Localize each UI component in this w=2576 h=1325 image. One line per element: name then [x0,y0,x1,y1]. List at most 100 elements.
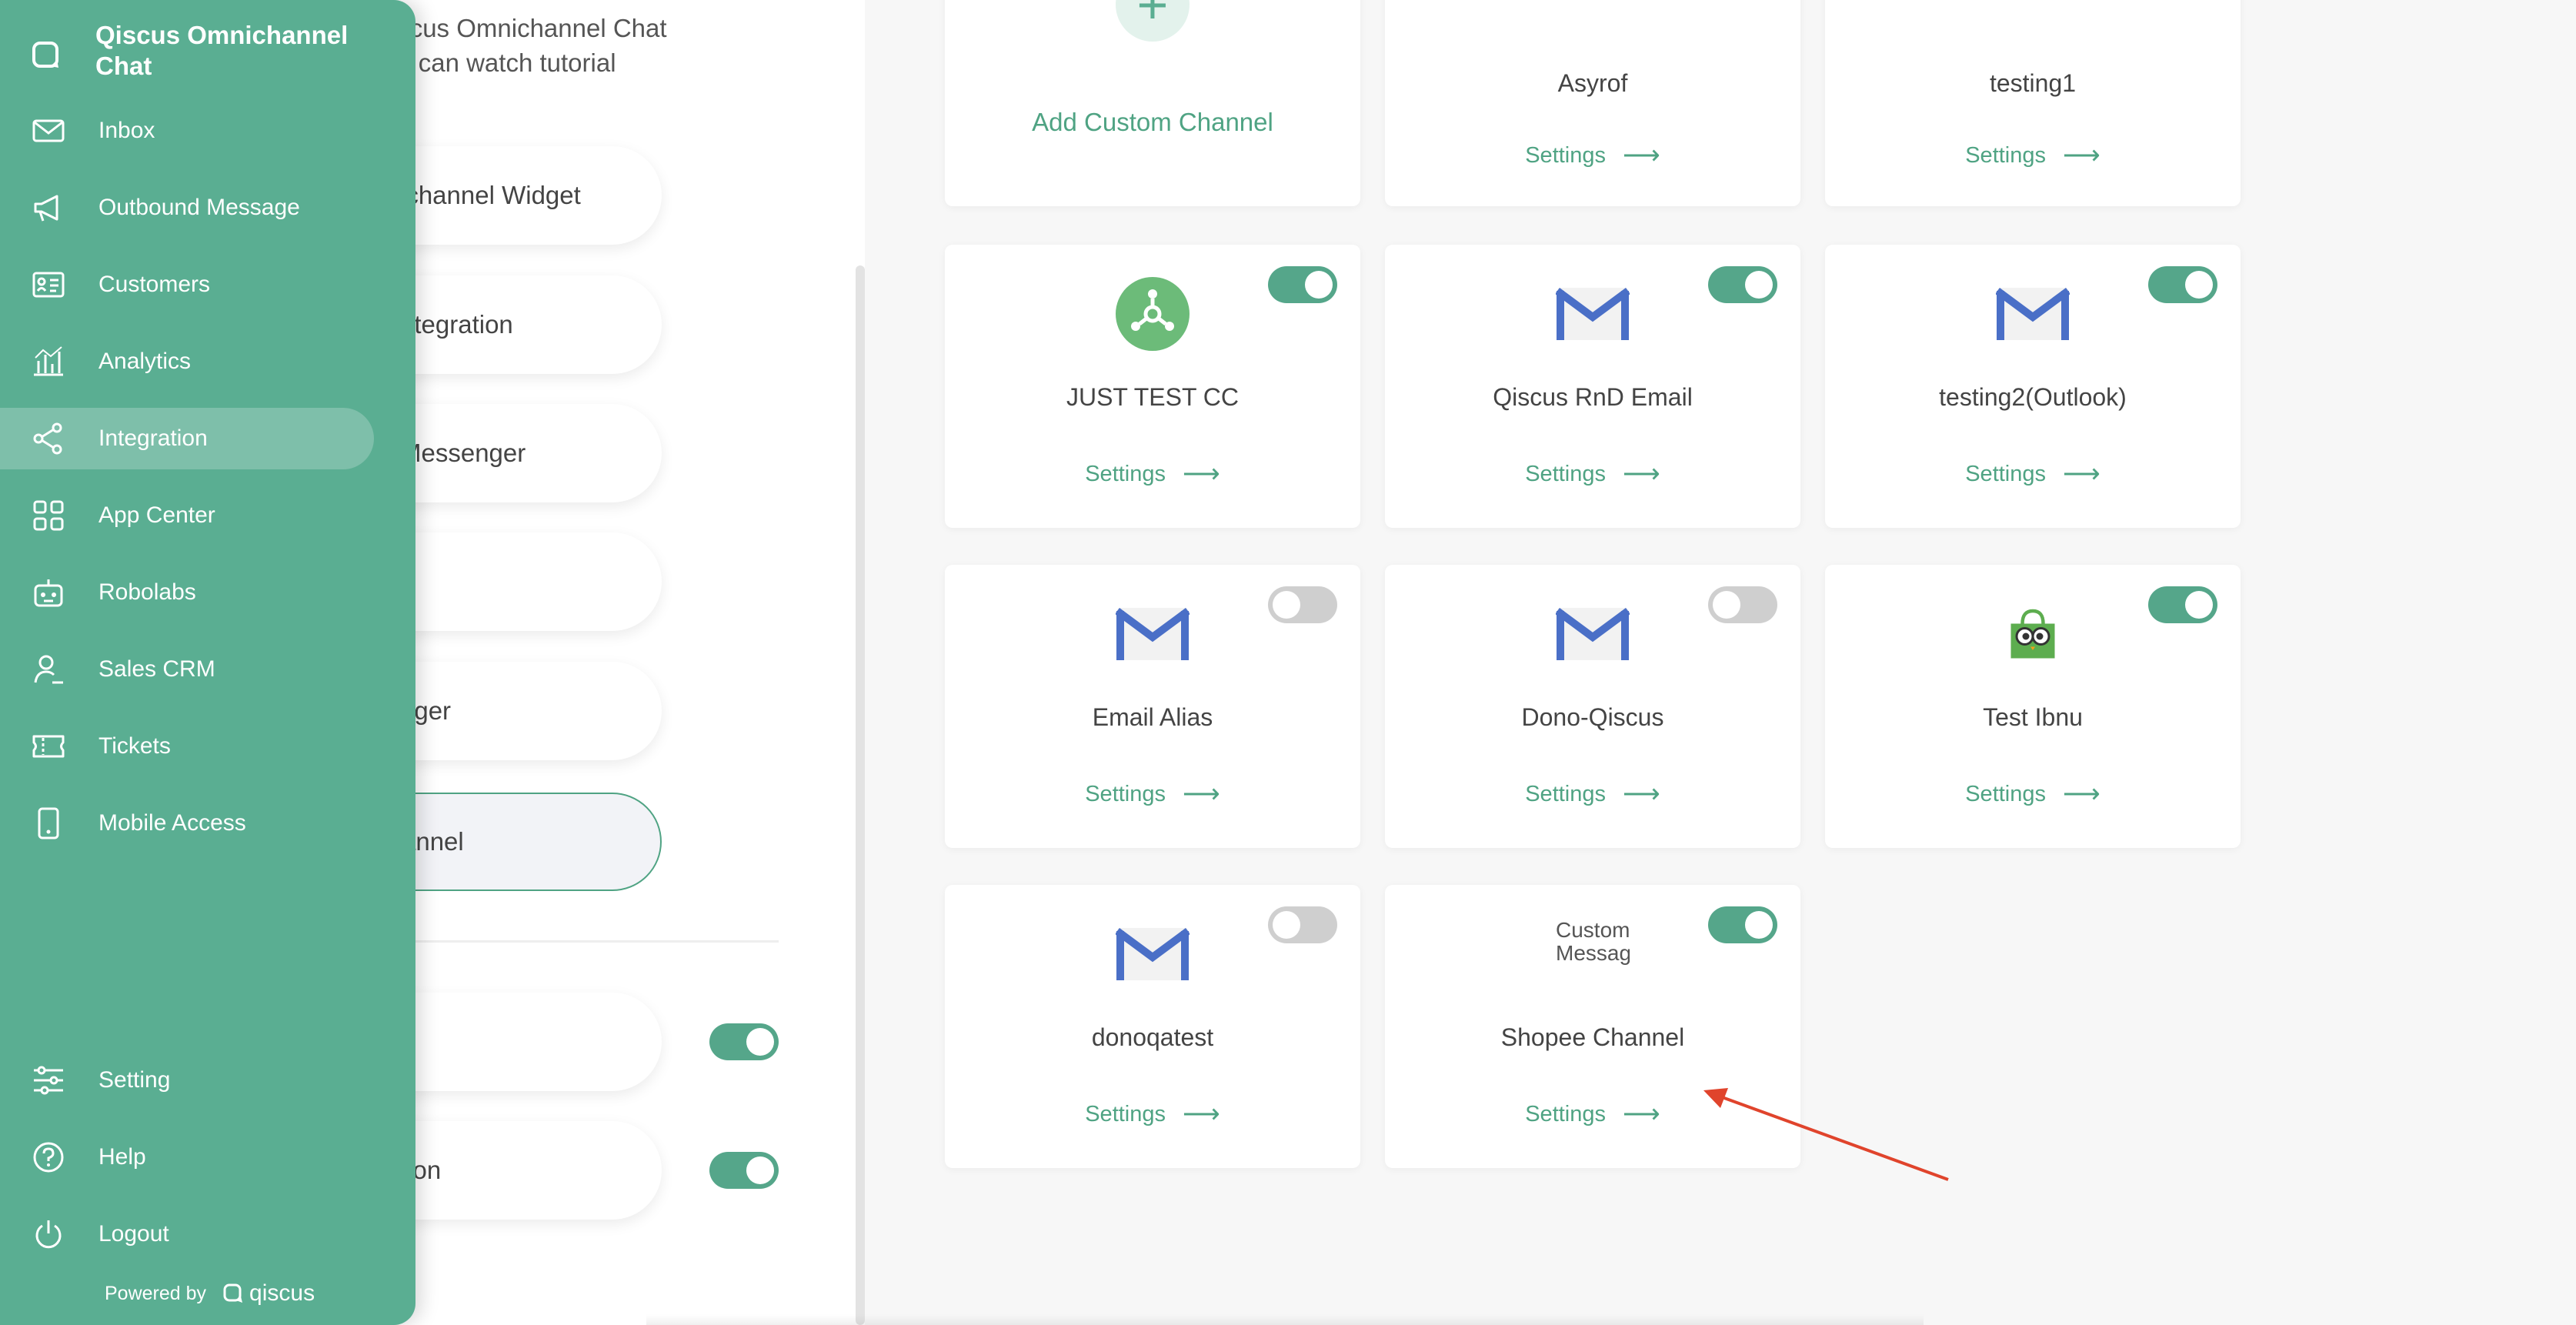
gmail-icon [1556,277,1630,351]
channel-card: Dono-Qiscus Settings ⟶ [1385,565,1800,848]
qiscus-logo-icon [32,42,58,68]
settings-label: Settings [1965,142,2047,168]
sidebar-item-label: Customers [98,272,211,297]
gmail-icon [1116,917,1190,991]
channel-toggle[interactable] [1268,906,1337,943]
broken-image-icon: Custom Message [1556,919,1630,993]
channel-card: JUST TEST CC Settings ⟶ [945,245,1360,528]
sidebar-item-setting[interactable]: Setting [0,1050,374,1111]
channel-toggle[interactable] [2148,586,2217,623]
ticket-icon [32,735,65,758]
bar-chart-icon [34,346,63,376]
settings-label: Settings [1525,461,1607,486]
arrow-right-icon: ⟶ [1623,141,1660,170]
channel-settings-link[interactable]: Settings ⟶ [1825,779,2241,809]
power-icon [35,1220,62,1249]
sidebar-item-label: Logout [98,1221,169,1247]
qiscus-brand: qiscus [222,1280,315,1307]
channel-toggle[interactable] [1708,266,1777,303]
channel-item-label: Messenger [400,439,526,467]
channel-name: testing2(Outlook) [1939,383,2127,411]
sidebar-item-customers[interactable]: Customers [0,254,374,315]
settings-label: Settings [1085,1101,1166,1126]
sidebar-item-inbox[interactable]: Inbox [0,100,374,162]
sidebar-item-robolabs[interactable]: Robolabs [0,562,374,623]
feature-toggle[interactable] [709,1023,779,1060]
grid-icon [33,500,64,531]
sidebar-item-label: App Center [98,502,215,528]
sidebar-item-outbound-message[interactable]: Outbound Message [0,177,374,239]
sidebar-item-label: Help [98,1144,146,1170]
channel-settings-link[interactable]: Settings ⟶ [945,459,1360,489]
sidebar-item-integration[interactable]: Integration [0,408,374,469]
channel-name: Qiscus RnD Email [1493,383,1693,411]
plus-icon: + [1116,0,1190,42]
add-custom-channel-card[interactable]: + Add Custom Channel [945,0,1360,206]
gmail-icon [1996,277,2070,351]
channel-settings-link[interactable]: Settings ⟶ [1385,140,1800,171]
arrow-right-icon: ⟶ [1623,1100,1660,1129]
arrow-right-icon: ⟶ [1183,459,1220,489]
robot-icon [34,579,63,607]
channel-card: testing1 Settings ⟶ [1825,0,2241,206]
channel-card: Test Ibnu Settings ⟶ [1825,565,2241,848]
panel-scrollbar[interactable] [856,265,865,1325]
app-title: Qiscus Omnichannel Chat [95,21,349,80]
channel-settings-link[interactable]: Settings ⟶ [1825,459,2241,489]
arrow-right-icon: ⟶ [2063,779,2101,809]
channel-toggle[interactable] [2148,266,2217,303]
sliders-icon [34,1066,63,1095]
gmail-icon [1116,597,1190,671]
channel-settings-link[interactable]: Settings ⟶ [1385,459,1800,489]
person-icon [34,655,63,684]
sidebar-item-help[interactable]: Help [0,1126,374,1188]
channel-toggle[interactable] [1708,586,1777,623]
brand: Qiscus Omnichannel Chat [28,20,403,82]
arrow-right-icon: ⟶ [1623,779,1660,809]
sidebar-item-label: Analytics [98,349,192,374]
sidebar-item-label: Mobile Access [98,810,246,836]
sidebar-item-logout[interactable]: Logout [0,1203,374,1265]
channel-name: testing1 [1989,69,2077,97]
sidebar-item-label: Inbox [98,118,155,143]
settings-label: Settings [1085,781,1166,806]
channel-item-label: ichannel Widget [400,181,581,209]
mobile-icon [38,807,59,839]
sidebar-item-mobile-access[interactable]: Mobile Access [0,793,374,854]
arrow-right-icon: ⟶ [2063,459,2101,489]
gmail-icon [1556,597,1630,671]
settings-label: Settings [1965,781,2047,806]
channel-name: Shopee Channel [1500,1023,1685,1051]
channel-toggle[interactable] [1708,906,1777,943]
sidebar-item-analytics[interactable]: Analytics [0,331,374,392]
sidebar-item-label: Sales CRM [98,656,215,682]
sidebar-item-label: Setting [98,1067,171,1093]
channel-toggle[interactable] [1268,586,1337,623]
share-nodes-icon [33,422,62,455]
sidebar-item-label: Tickets [98,733,171,759]
bottom-edge-shadow [646,1314,1924,1325]
powered-by-label: Powered by [105,1282,207,1304]
tokopedia-icon [1996,597,2070,671]
custom-channel-icon [1116,277,1190,351]
channel-card: Email Alias Settings ⟶ [945,565,1360,848]
settings-label: Settings [1085,461,1166,486]
sidebar-item-sales-crm[interactable]: Sales CRM [0,639,374,700]
channel-settings-link[interactable]: Settings ⟶ [1825,140,2241,171]
feature-toggle[interactable] [709,1152,779,1189]
annotation-arrow-icon [1703,1088,1949,1181]
qiscus-logo-icon [223,1283,243,1303]
powered-by: Powered by qiscus [105,1280,315,1307]
qiscus-logo-text: qiscus [249,1280,315,1306]
sidebar-item-tickets[interactable]: Tickets [0,716,374,777]
sidebar-item-label: Outbound Message [98,195,300,220]
channel-settings-link[interactable]: Settings ⟶ [1385,779,1800,809]
channel-settings-link[interactable]: Settings ⟶ [945,779,1360,809]
settings-label: Settings [1965,461,2047,486]
channel-settings-link[interactable]: Settings ⟶ [945,1099,1360,1130]
channel-toggle[interactable] [1268,266,1337,303]
broken-image-alt-text: Custom Message [1556,919,1630,965]
sidebar: Qiscus Omnichannel Chat Inbox Outbound M… [0,0,415,1325]
sidebar-item-app-center[interactable]: App Center [0,485,374,546]
arrow-right-icon: ⟶ [1183,779,1220,809]
